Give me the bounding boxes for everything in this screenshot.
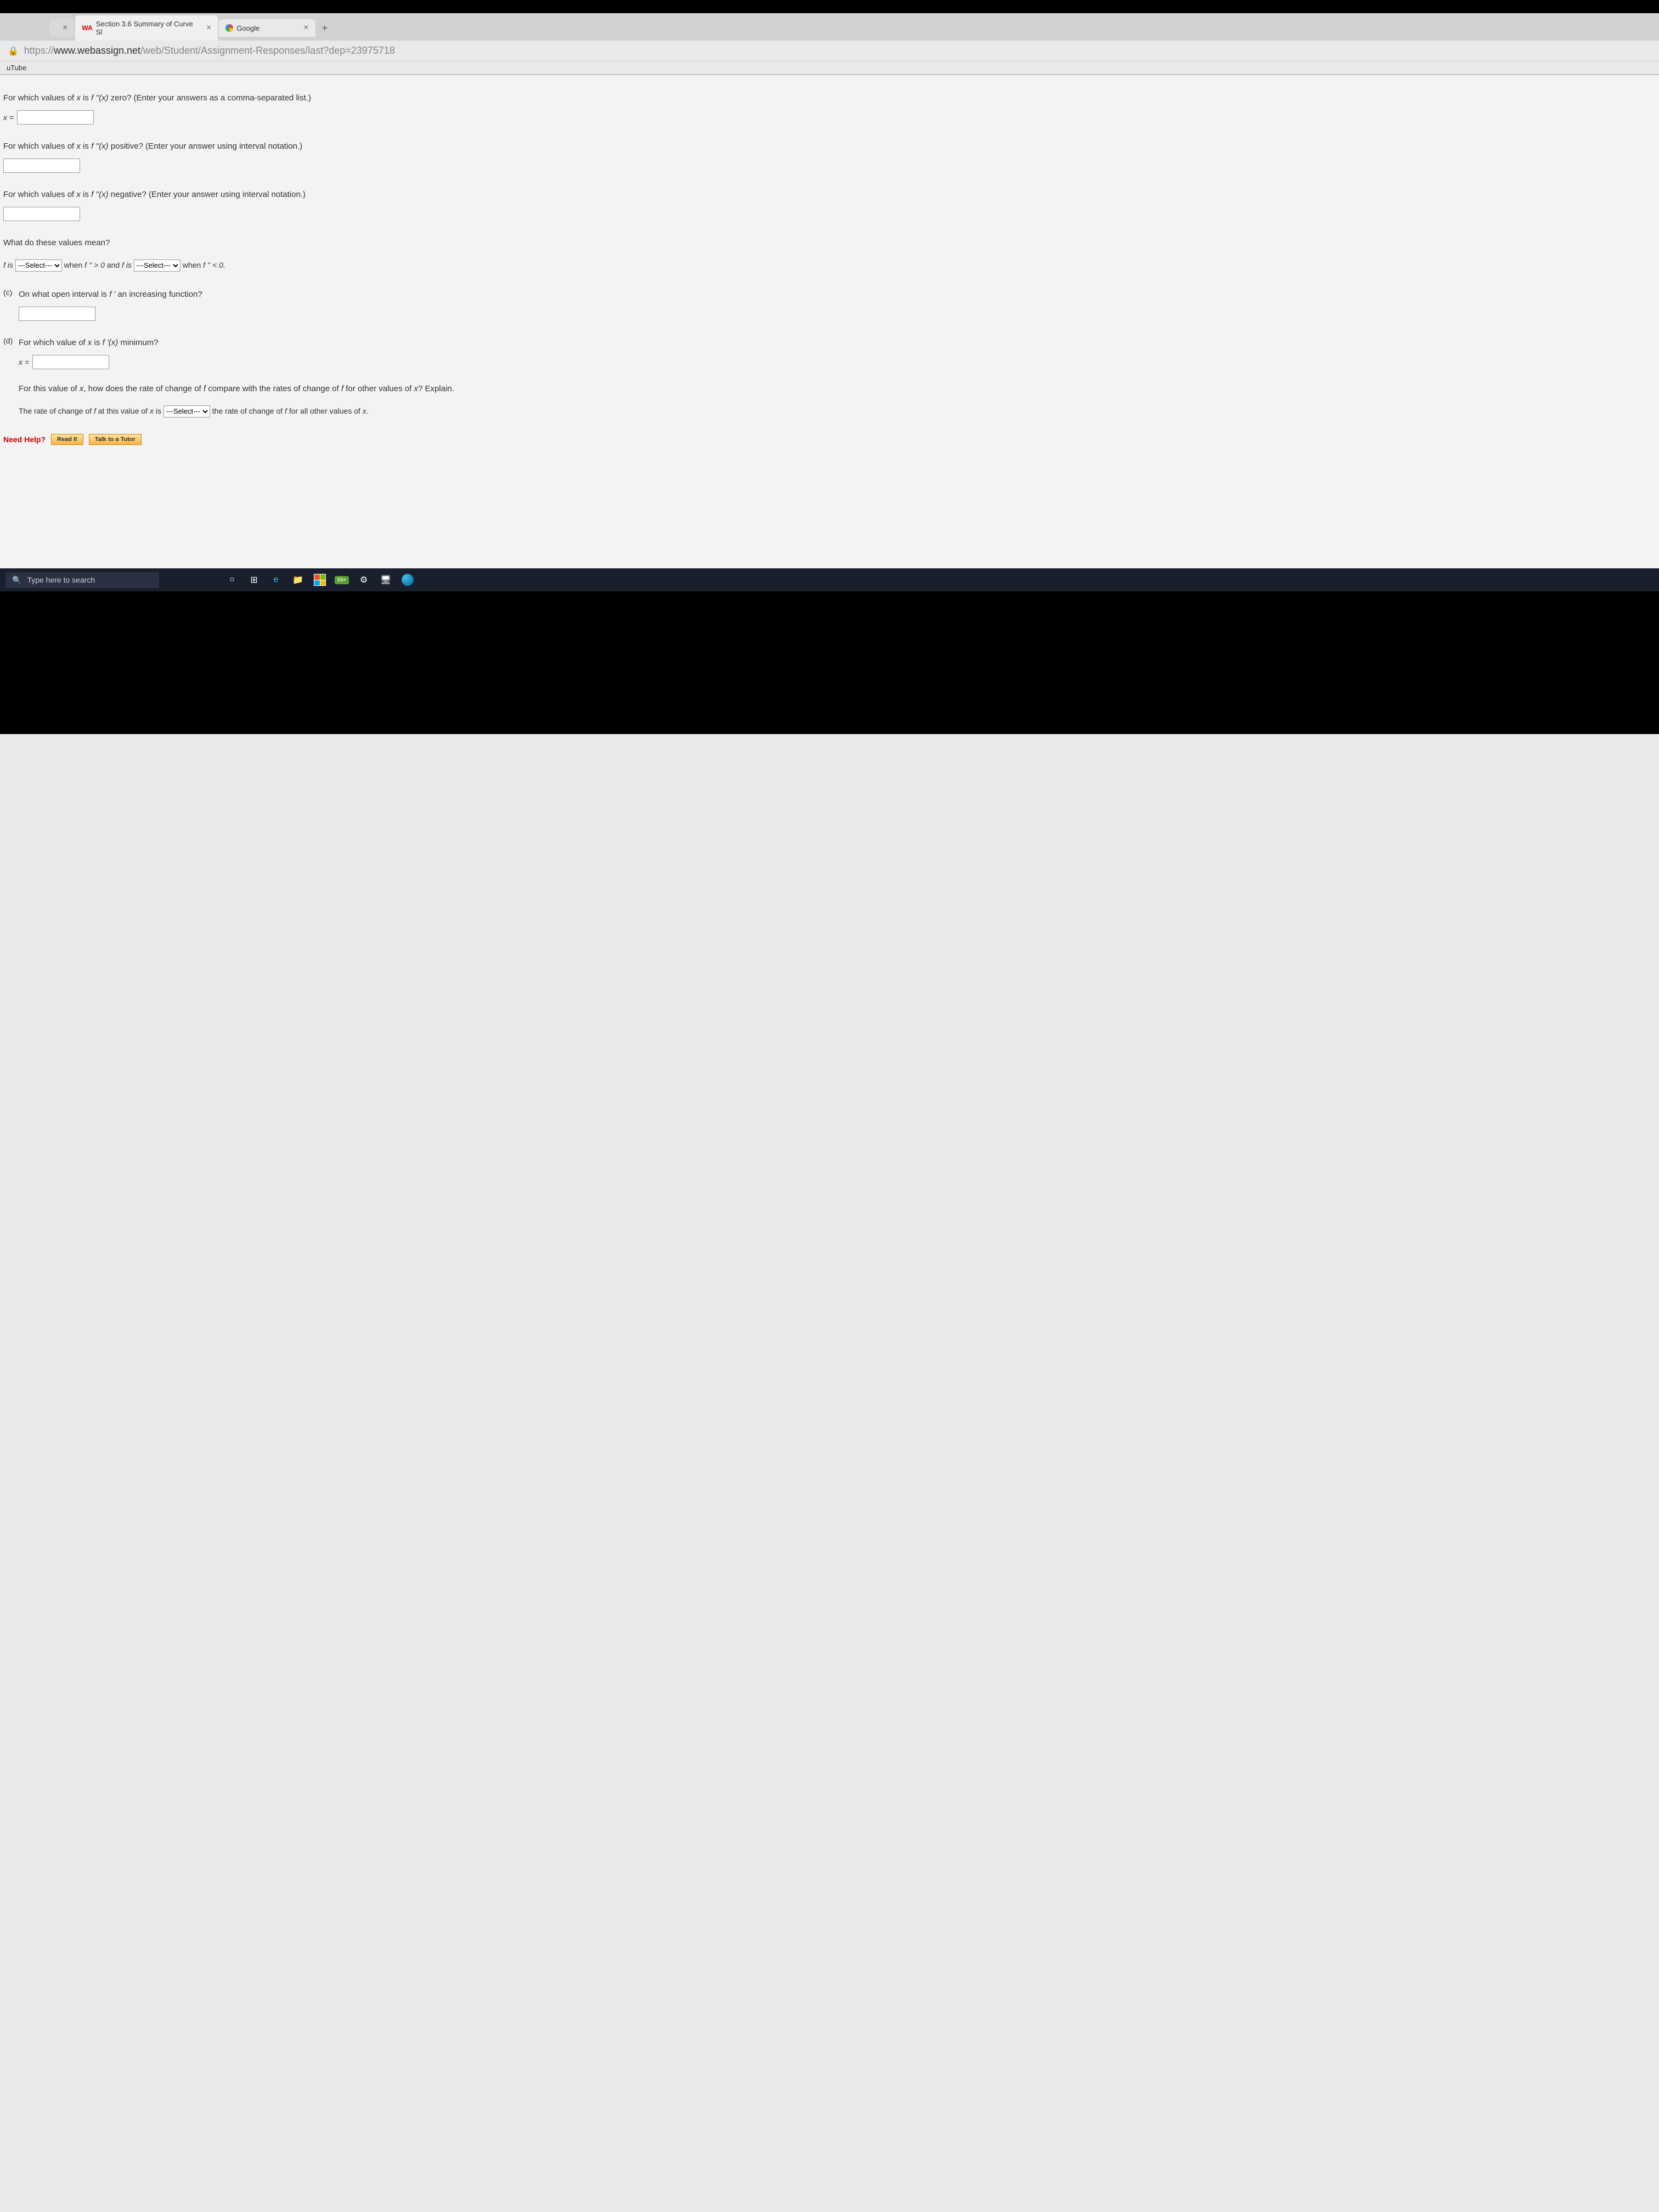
close-icon[interactable]: ×: [206, 24, 211, 32]
file-explorer-icon[interactable]: 📁: [291, 573, 305, 587]
read-it-button[interactable]: Read It: [51, 434, 83, 445]
browser-chrome: × WA Section 3.6 Summary of Curve Sl × G…: [0, 13, 1659, 75]
part-c: (c) On what open interval is f ' an incr…: [3, 288, 1648, 321]
bookmark-bar: uTube: [0, 61, 1659, 74]
select-concavity-2[interactable]: ---Select---: [134, 259, 180, 272]
meaning-heading: What do these values mean?: [3, 236, 1648, 250]
address-bar[interactable]: 🔒 https://www.webassign.net/web/Student/…: [0, 41, 1659, 61]
edge-icon[interactable]: [400, 573, 415, 587]
tab-label: Google: [236, 24, 259, 32]
page-content: For which values of x is f ''(x) zero? (…: [0, 75, 1659, 568]
google-favicon-icon: [225, 24, 233, 32]
positive-input[interactable]: [3, 159, 80, 173]
question-zero: For which values of x is f ''(x) zero? (…: [3, 92, 1648, 125]
mail-badge[interactable]: 99+: [335, 573, 349, 587]
taskbar-search[interactable]: 🔍 Type here to search: [5, 572, 159, 588]
question-meaning: What do these values mean? f is ---Selec…: [3, 236, 1648, 273]
tab-bar: × WA Section 3.6 Summary of Curve Sl × G…: [0, 13, 1659, 41]
new-tab-button[interactable]: +: [317, 19, 334, 37]
part-d: (d) For which value of x is f '(x) minim…: [3, 336, 1648, 419]
part-d-input[interactable]: [32, 355, 109, 369]
tab-label: Section 3.6 Summary of Curve Sl: [96, 20, 200, 36]
zero-input[interactable]: [17, 110, 94, 125]
task-view-icon[interactable]: ⊞: [247, 573, 261, 587]
cortana-icon[interactable]: ○: [225, 573, 239, 587]
select-concavity-1[interactable]: ---Select---: [15, 259, 62, 272]
internet-explorer-icon[interactable]: e: [269, 573, 283, 587]
need-help-label: Need Help?: [3, 435, 46, 444]
search-icon: 🔍: [12, 575, 21, 585]
close-icon[interactable]: ×: [303, 24, 308, 32]
microsoft-store-icon[interactable]: [313, 573, 327, 587]
search-placeholder: Type here to search: [27, 575, 95, 584]
need-help: Need Help? Read It Talk to a Tutor: [3, 434, 1648, 445]
tab-webassign[interactable]: WA Section 3.6 Summary of Curve Sl ×: [75, 15, 218, 41]
x-equals-label: x =: [19, 358, 29, 366]
talk-to-tutor-button[interactable]: Talk to a Tutor: [89, 434, 142, 445]
close-icon[interactable]: ×: [63, 24, 67, 32]
part-c-input[interactable]: [19, 307, 95, 321]
question-positive: For which values of x is f ''(x) positiv…: [3, 140, 1648, 173]
tab-prev[interactable]: ×: [49, 19, 74, 37]
part-letter: (c): [3, 288, 19, 321]
x-equals-label: x =: [3, 113, 14, 122]
url-text: https://www.webassign.net/web/Student/As…: [24, 45, 395, 57]
app-icon[interactable]: 🖥: [379, 573, 393, 587]
question-negative: For which values of x is f ''(x) negativ…: [3, 188, 1648, 221]
select-rate-compare[interactable]: ---Select---: [163, 405, 210, 417]
part-letter: (d): [3, 336, 19, 419]
webassign-favicon-icon: WA: [82, 24, 92, 32]
bookmark-youtube[interactable]: uTube: [7, 64, 26, 72]
negative-input[interactable]: [3, 207, 80, 221]
windows-taskbar: 🔍 Type here to search ○ ⊞ e 📁 99+ ⚙ 🖥: [0, 568, 1659, 591]
tab-google[interactable]: Google ×: [219, 19, 315, 37]
settings-icon[interactable]: ⚙: [357, 573, 371, 587]
lock-icon: 🔒: [8, 46, 19, 57]
